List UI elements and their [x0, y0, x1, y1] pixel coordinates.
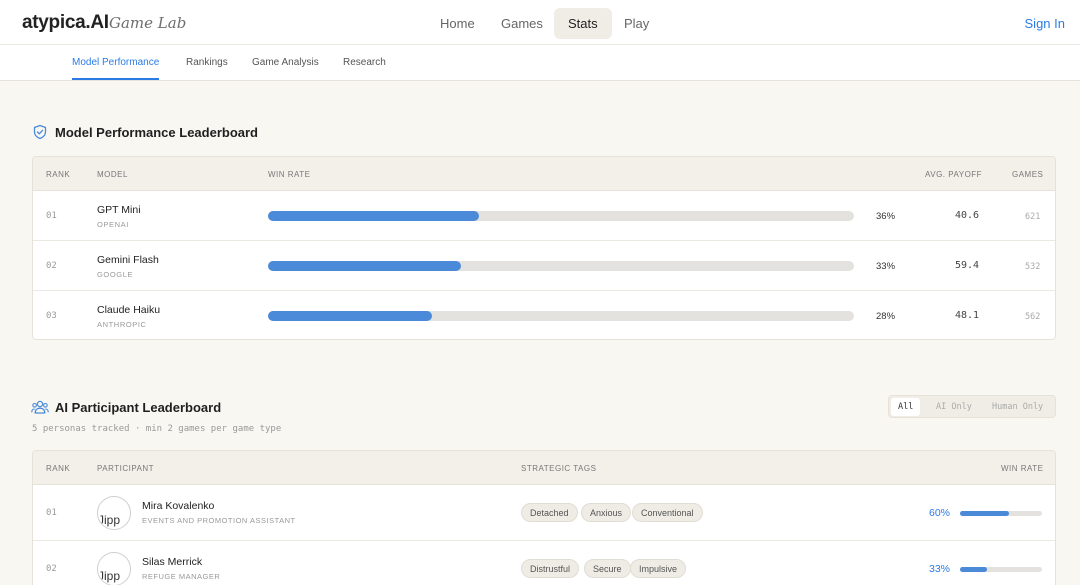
- rank-cell: 03: [46, 311, 57, 321]
- model-provider: ANTHROPIC: [97, 320, 147, 329]
- column-header-avg-payoff: AVG. PAYOFF: [925, 170, 983, 179]
- avg-payoff-value: 40.6: [955, 210, 980, 221]
- avatar: Jipp: [97, 496, 131, 530]
- column-header-rank: RANK: [46, 464, 71, 473]
- nav-games-link[interactable]: Games: [487, 8, 557, 39]
- participant-name: Silas Merrick: [142, 556, 203, 568]
- filter-human-only-button[interactable]: Human Only: [985, 398, 1050, 416]
- strategic-tag: Conventional: [632, 503, 703, 522]
- filter-all-button[interactable]: All: [891, 398, 921, 416]
- table-row[interactable]: 01 Jipp Mira Kovalenko EVENTS AND PROMOT…: [33, 485, 1055, 541]
- filter-ai-only-button[interactable]: AI Only: [929, 398, 979, 416]
- nav-play-link[interactable]: Play: [610, 8, 663, 39]
- strategic-tag: Anxious: [581, 503, 632, 522]
- strategic-tag: Distrustful: [521, 559, 580, 578]
- table-row[interactable]: 03 Claude Haiku ANTHROPIC 28% 48.1 562: [33, 291, 1055, 339]
- table-row[interactable]: 02 Jipp Silas Merrick REFUGE MANAGER Dis…: [33, 541, 1055, 585]
- avg-payoff-value: 59.4: [955, 260, 980, 271]
- model-name: Gemini Flash: [97, 254, 159, 266]
- model-name: Claude Haiku: [97, 304, 161, 316]
- nav-home-link[interactable]: Home: [426, 8, 489, 39]
- column-header-strategic-tags: STRATEGIC TAGS: [521, 464, 597, 473]
- table-header: RANK PARTICIPANT STRATEGIC TAGS WIN RATE: [33, 451, 1055, 485]
- games-count: 621: [1025, 212, 1041, 222]
- app-logo[interactable]: atypica.AI: [22, 12, 109, 34]
- tab-model-performance[interactable]: Model Performance: [72, 57, 159, 68]
- table-header: RANK MODEL WIN RATE AVG. PAYOFF GAMES: [33, 157, 1055, 191]
- table-row[interactable]: 01 GPT Mini OPENAI 36% 40.6 621: [33, 191, 1055, 241]
- stats-subnavigation: Model Performance Rankings Game Analysis…: [0, 45, 1080, 81]
- avatar-alt-text: Jipp: [98, 513, 121, 527]
- win-rate-bar-fill: [960, 567, 988, 572]
- strategic-tag: Secure: [584, 559, 631, 578]
- win-rate-value: 33%: [929, 563, 951, 575]
- win-rate-value: 36%: [876, 211, 896, 222]
- avatar-alt-text: Jipp: [98, 569, 121, 583]
- games-count: 532: [1025, 262, 1041, 272]
- avg-payoff-value: 48.1: [955, 310, 980, 321]
- column-header-rank: RANK: [46, 170, 71, 179]
- model-name: GPT Mini: [97, 204, 141, 216]
- strategic-tag: Impulsive: [630, 559, 687, 578]
- participant-leaderboard-subtitle: 5 personas tracked · min 2 games per gam…: [32, 424, 282, 434]
- win-rate-bar-fill: [268, 261, 462, 271]
- model-leaderboard-table: RANK MODEL WIN RATE AVG. PAYOFF GAMES 01…: [32, 156, 1056, 340]
- sign-in-link[interactable]: Sign In: [1025, 16, 1065, 31]
- rank-cell: 01: [46, 211, 57, 221]
- tab-game-analysis[interactable]: Game Analysis: [252, 57, 319, 68]
- rank-cell: 02: [46, 261, 57, 271]
- active-tab-indicator: [72, 78, 159, 80]
- tab-rankings[interactable]: Rankings: [186, 57, 228, 68]
- win-rate-value: 33%: [876, 261, 896, 272]
- column-header-win-rate: WIN RATE: [1001, 464, 1044, 473]
- participant-role: REFUGE MANAGER: [142, 572, 221, 581]
- win-rate-bar: [268, 261, 854, 271]
- win-rate-bar-fill: [268, 311, 433, 321]
- win-rate-bar: [960, 511, 1042, 516]
- participant-filter-segmented-control: All AI Only Human Only: [888, 395, 1056, 418]
- win-rate-bar: [268, 211, 854, 221]
- column-header-win-rate: WIN RATE: [268, 170, 311, 179]
- rank-cell: 01: [46, 508, 57, 518]
- model-provider: OPENAI: [97, 220, 129, 229]
- tab-research[interactable]: Research: [343, 57, 386, 68]
- rank-cell: 02: [46, 564, 57, 574]
- strategic-tag: Detached: [521, 503, 578, 522]
- win-rate-bar-fill: [268, 211, 479, 221]
- win-rate-bar: [960, 567, 1042, 572]
- nav-stats-link[interactable]: Stats: [554, 8, 612, 39]
- table-row[interactable]: 02 Gemini Flash GOOGLE 33% 59.4 532: [33, 241, 1055, 291]
- participant-leaderboard-table: RANK PARTICIPANT STRATEGIC TAGS WIN RATE…: [32, 450, 1056, 585]
- games-count: 562: [1025, 312, 1041, 322]
- win-rate-bar-fill: [960, 511, 1010, 516]
- participant-leaderboard-title: AI Participant Leaderboard: [55, 400, 222, 415]
- column-header-games: GAMES: [1012, 170, 1044, 179]
- win-rate-value: 60%: [929, 507, 951, 519]
- app-logo-subtitle: Game Lab: [109, 14, 187, 32]
- shield-icon: [33, 124, 47, 140]
- win-rate-bar: [268, 311, 854, 321]
- model-provider: GOOGLE: [97, 270, 134, 279]
- column-header-model: MODEL: [97, 170, 128, 179]
- win-rate-value: 28%: [876, 311, 896, 322]
- participant-name: Mira Kovalenko: [142, 500, 215, 512]
- top-navigation-bar: atypica.AI Game Lab Home Games Stats Pla…: [0, 0, 1080, 45]
- avatar: Jipp: [97, 552, 131, 585]
- column-header-participant: PARTICIPANT: [97, 464, 155, 473]
- model-leaderboard-title: Model Performance Leaderboard: [55, 125, 258, 140]
- users-icon: [31, 400, 49, 414]
- participant-role: EVENTS AND PROMOTION ASSISTANT: [142, 516, 296, 525]
